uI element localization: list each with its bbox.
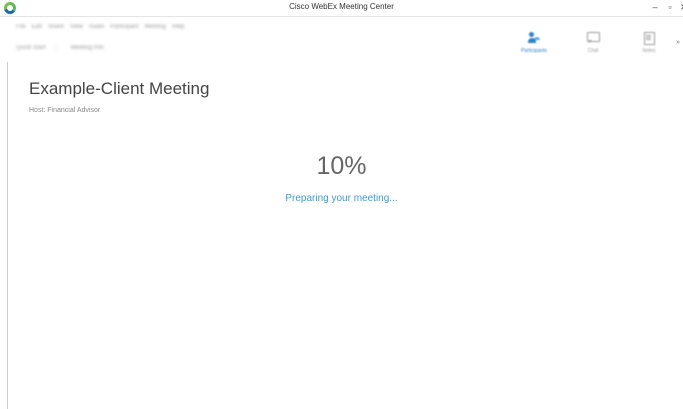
content-left-border: [7, 62, 8, 409]
menu-item-help[interactable]: Help: [172, 24, 184, 30]
menu-item-meeting[interactable]: Meeting: [145, 24, 166, 30]
participants-label: Participants: [520, 48, 548, 54]
menu-item-share[interactable]: Share: [48, 24, 64, 30]
notes-button[interactable]: Notes: [632, 30, 666, 60]
maximize-button[interactable]: ▫: [664, 1, 676, 13]
title-bar: Cisco WebEx Meeting Center – ▫ ✕: [0, 0, 683, 17]
meeting-title: Example-Client Meeting: [29, 79, 210, 98]
menu-item-edit[interactable]: Edit: [32, 24, 42, 30]
menu-item-audio[interactable]: Audio: [89, 24, 104, 30]
quick-toolbar: Quick Start Meeting Info: [16, 45, 114, 51]
participants-button[interactable]: Participants: [517, 30, 551, 60]
window-title: Cisco WebEx Meeting Center: [289, 2, 394, 11]
chat-label: Chat: [587, 48, 599, 54]
meeting-host: Host: Financial Advisor: [29, 107, 101, 114]
minimize-button[interactable]: –: [649, 1, 661, 13]
menu-item-view[interactable]: View: [70, 24, 83, 30]
notes-label: Notes: [642, 48, 656, 54]
menu-row: File Edit Share View Audio Participant M…: [16, 24, 184, 30]
menu-item-file[interactable]: File: [16, 24, 26, 30]
chat-icon: [587, 32, 600, 43]
menu-item-participant[interactable]: Participant: [110, 24, 138, 30]
loading-status-text: Preparing your meeting...: [285, 193, 398, 204]
menu-bar: File Edit Share View Audio Participant M…: [0, 18, 500, 62]
loading-progress-percent: 10%: [316, 152, 367, 180]
tab-quick-start[interactable]: Quick Start: [16, 45, 57, 51]
webex-window: Cisco WebEx Meeting Center – ▫ ✕ File Ed…: [0, 0, 683, 409]
more-panels-button[interactable]: »: [676, 39, 680, 46]
chat-button[interactable]: Chat: [576, 30, 610, 60]
tab-meeting-info[interactable]: Meeting Info: [71, 45, 114, 51]
participants-icon: [528, 32, 540, 43]
notes-icon: [643, 32, 655, 45]
